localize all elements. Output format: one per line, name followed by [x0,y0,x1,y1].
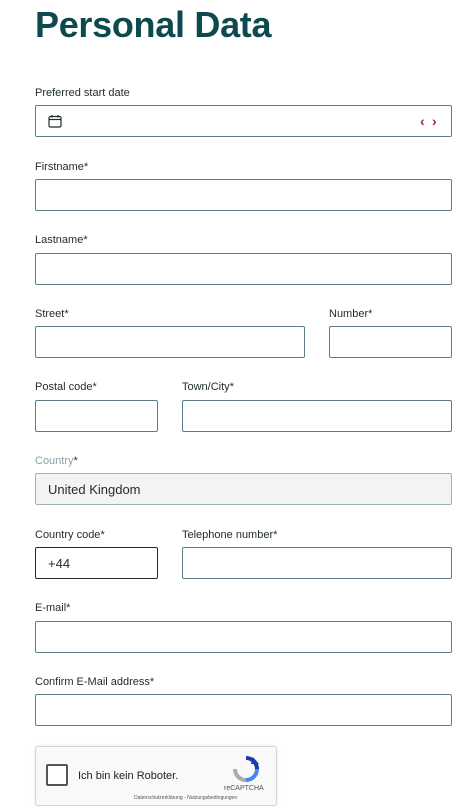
number-label: Number* [329,308,373,320]
email-input[interactable] [36,622,451,652]
town-field[interactable] [182,400,452,432]
chevron-right-icon[interactable]: › [432,112,437,130]
town-label: Town/City* [182,381,234,393]
postal-code-input[interactable] [36,401,157,431]
country-code-input[interactable] [36,548,157,578]
town-input[interactable] [183,401,451,431]
lastname-input[interactable] [36,254,451,284]
street-input[interactable] [36,327,304,357]
recaptcha-widget: Ich bin kein Roboter. reCAPTCHA Datensch… [35,746,277,806]
email-label: E-mail* [35,602,71,614]
number-field[interactable] [329,326,452,358]
lastname-label: Lastname* [35,234,88,246]
country-label: Country* [35,455,78,467]
telephone-label: Telephone number* [182,529,278,541]
country-field [35,473,452,505]
start-date-field[interactable]: ‹ › [35,105,452,137]
calendar-icon [48,115,62,128]
recaptcha-checkbox[interactable] [46,764,68,786]
confirm-email-field[interactable] [35,694,452,726]
page-title: Personal Data [35,4,272,45]
confirm-email-input[interactable] [36,695,451,725]
country-input [36,474,451,504]
recaptcha-logo-icon [233,756,259,782]
street-field[interactable] [35,326,305,358]
lastname-field[interactable] [35,253,452,285]
recaptcha-brand: reCAPTCHA [224,785,264,792]
street-label: Street* [35,308,69,320]
chevron-left-icon[interactable]: ‹ [420,112,425,130]
country-code-field[interactable] [35,547,158,579]
firstname-input[interactable] [36,180,451,210]
firstname-label: Firstname* [35,161,89,173]
recaptcha-links[interactable]: Datenschutzerklärung - Nutzungsbedingung… [134,795,237,801]
country-code-label: Country code* [35,529,105,541]
postal-code-field[interactable] [35,400,158,432]
email-field[interactable] [35,621,452,653]
telephone-input[interactable] [183,548,451,578]
telephone-field[interactable] [182,547,452,579]
confirm-email-label: Confirm E-Mail address* [35,676,155,688]
start-date-label: Preferred start date [35,87,130,99]
recaptcha-label: Ich bin kein Roboter. [78,770,179,782]
postal-code-label: Postal code* [35,381,97,393]
number-input[interactable] [330,327,451,357]
firstname-field[interactable] [35,179,452,211]
